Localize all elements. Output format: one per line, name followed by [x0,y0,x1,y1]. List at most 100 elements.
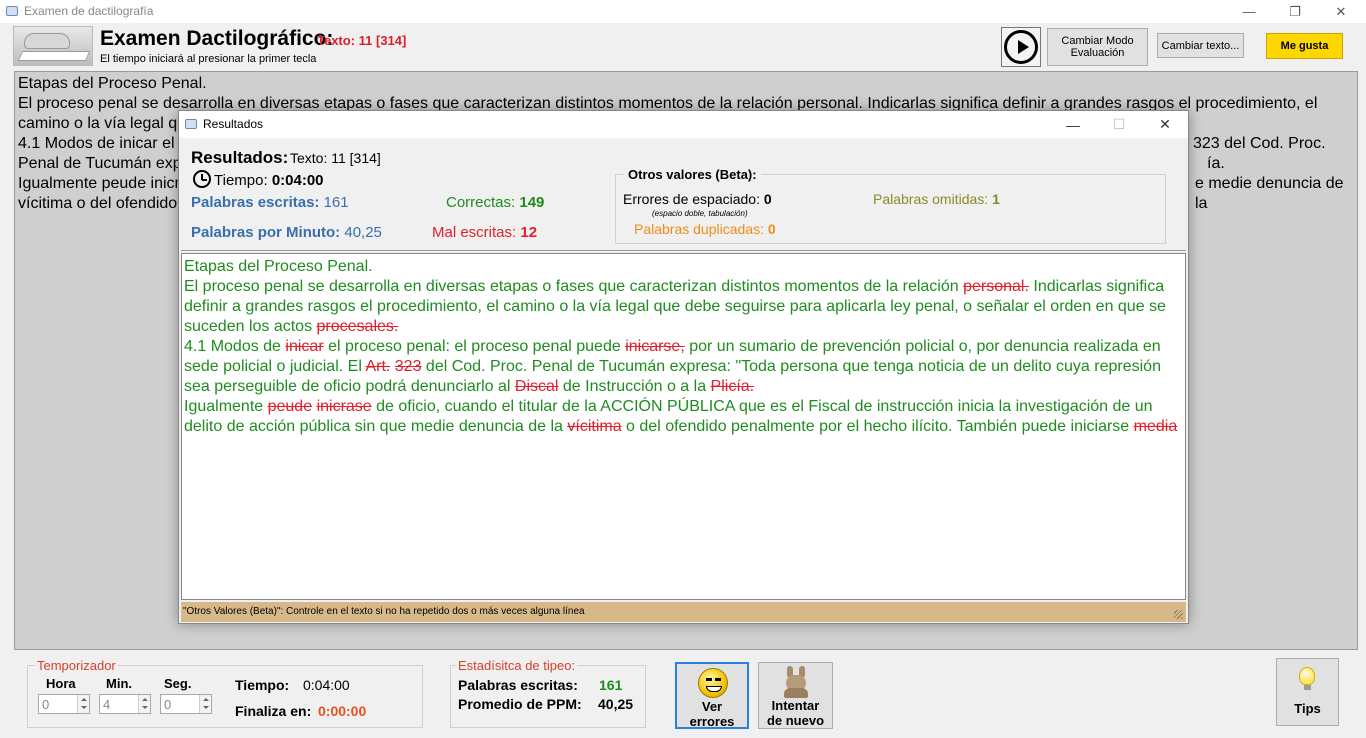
play-icon [1004,30,1038,64]
dialog-minimize-button[interactable]: — [1050,111,1096,138]
omitted-label: Palabras omitidas: [873,191,989,207]
play-button[interactable] [1001,27,1041,67]
spacing-errors-label: Errores de espaciado: [623,191,760,207]
change-mode-button[interactable]: Cambiar Modo Evaluación [1047,28,1148,66]
second-stepper[interactable]: 0 [160,694,212,714]
timer-time-label: Tiempo: [235,677,290,693]
results-heading: Resultados: [191,148,289,167]
results-dialog: Resultados — ☐ ✕ Resultados: Texto: 11 [… [178,110,1189,624]
dialog-status-bar: "Otros Valores (Beta)": Controle en el t… [181,602,1186,622]
duplicated-label: Palabras duplicadas: [634,221,764,237]
ref-fragment: 323 del Cod. Proc. [1193,135,1326,152]
close-button[interactable]: ✕ [1318,0,1364,23]
page-title: Examen Dactilográfico: [100,27,334,50]
hour-stepper[interactable]: 0 [38,694,90,714]
stats-words-label: Palabras escritas: [458,677,578,693]
time-label: Tiempo: [214,172,268,189]
error-word: inicar [285,338,324,355]
error-word: 323 [394,358,422,375]
tips-button[interactable]: Tips [1276,658,1339,726]
error-word: Plicía. [710,378,755,395]
minimize-button[interactable]: — [1226,0,1272,23]
correct-value: 149 [519,194,545,211]
ends-in-value: 0:00:00 [318,703,367,719]
results-time: Tiempo: 0:04:00 [214,172,324,189]
typed-paragraph: El proceso penal se desarrolla en divers… [184,278,1166,335]
keyboard-app-icon [185,119,197,129]
smiley-icon [698,668,728,698]
dialog-titlebar: Resultados — ☐ ✕ [179,111,1188,138]
omitted-value: 1 [992,191,1000,207]
error-word: inicrase [316,398,372,415]
like-button[interactable]: Me gusta [1266,33,1343,59]
words-written-value: 161 [323,194,349,211]
ends-in-label: Finaliza en: [235,703,312,719]
wpm-value: 40,25 [344,224,382,241]
typed-paragraph: 4.1 Modos de inicar el proceso penal: el… [184,338,1161,395]
duplicated-words: Palabras duplicadas: 0 [634,221,776,237]
donkey-icon [784,666,808,698]
spacing-errors: Errores de espaciado: 0 [623,191,772,207]
correct-words: Correctas: 149 [446,194,544,211]
stats-wpm-value: 40,25 [598,696,634,712]
window-title: Examen de dactilografía [24,4,154,18]
second-label: Seg. [164,676,192,691]
text-id-label: Texto: 11 [314] [317,33,407,48]
clock-icon [193,170,211,188]
misspelled-value: 12 [520,224,538,241]
timer-hint: El tiempo iniciará al presionar la prime… [100,53,317,65]
minute-label: Min. [106,676,132,691]
typed-line: Etapas del Proceso Penal. [184,258,373,275]
keyboard-app-icon [6,6,18,16]
stats-wpm-label: Promedio de PPM: [458,696,582,712]
stats-group-title: Estadísitca de tipeo: [456,658,578,673]
minute-stepper[interactable]: 4 [99,694,151,714]
misspelled-words: Mal escritas: 12 [432,224,537,241]
ref-fragment: e medie denuncia de la [1195,175,1344,212]
misspelled-label: Mal escritas: [432,224,517,241]
dialog-close-button[interactable]: ✕ [1142,111,1188,138]
wpm-label: Palabras por Minuto: [191,224,341,241]
ref-fragment: ía. [1207,155,1225,172]
results-summary-panel: Resultados: Texto: 11 [314] Tiempo: 0:04… [181,139,1186,251]
words-written-label: Palabras escritas: [191,194,320,211]
error-word: Discal [514,378,559,395]
typed-text-area[interactable]: Etapas del Proceso Penal. El proceso pen… [181,253,1186,600]
error-word: Art. [365,358,391,375]
error-word: media [1133,418,1178,435]
correct-label: Correctas: [446,194,516,211]
other-values-title: Otros valores (Beta): [624,167,761,182]
hand-shape [24,33,70,49]
results-text-id: Texto: 11 [314] [290,150,381,166]
words-written: Palabras escritas: 161 [191,194,349,211]
lightbulb-icon [1299,667,1315,690]
typed-paragraph: Igualmente peude inicrase de oficio, cua… [184,398,1178,435]
error-word: procesales. [316,318,399,335]
error-word: inicarse, [625,338,685,355]
typing-hands-logo [13,26,93,66]
error-word: personal. [963,278,1029,295]
spacing-errors-value: 0 [763,191,772,207]
spacing-errors-note: (espacio doble, tabulación) [652,209,748,218]
restore-button[interactable]: ❐ [1272,0,1318,23]
error-word: peude [267,398,313,415]
ref-line: Etapas del Proceso Penal. [18,75,207,92]
keyboard-shape [17,51,91,61]
change-text-button[interactable]: Cambiar texto... [1157,33,1244,58]
duplicated-value: 0 [767,221,776,237]
status-text: "Otros Valores (Beta)": Controle en el t… [183,606,585,617]
words-per-minute: Palabras por Minuto: 40,25 [191,224,382,241]
resize-grip[interactable] [1174,610,1183,619]
try-again-button[interactable]: Intentar de nuevo [758,662,833,729]
error-word: vícitima [567,418,622,435]
time-value: 0:04:00 [271,172,324,189]
dialog-title: Resultados [203,117,264,131]
timer-time-value: 0:04:00 [303,677,350,693]
dialog-maximize-button[interactable]: ☐ [1096,111,1142,138]
stats-words-value: 161 [599,677,623,693]
timer-group-title: Temporizador [35,658,118,673]
view-errors-button[interactable]: Ver errores [675,662,749,729]
hour-label: Hora [46,676,76,691]
omitted-words: Palabras omitidas: 1 [873,191,1000,207]
window-titlebar: Examen de dactilografía — ❐ ✕ [0,0,1366,23]
